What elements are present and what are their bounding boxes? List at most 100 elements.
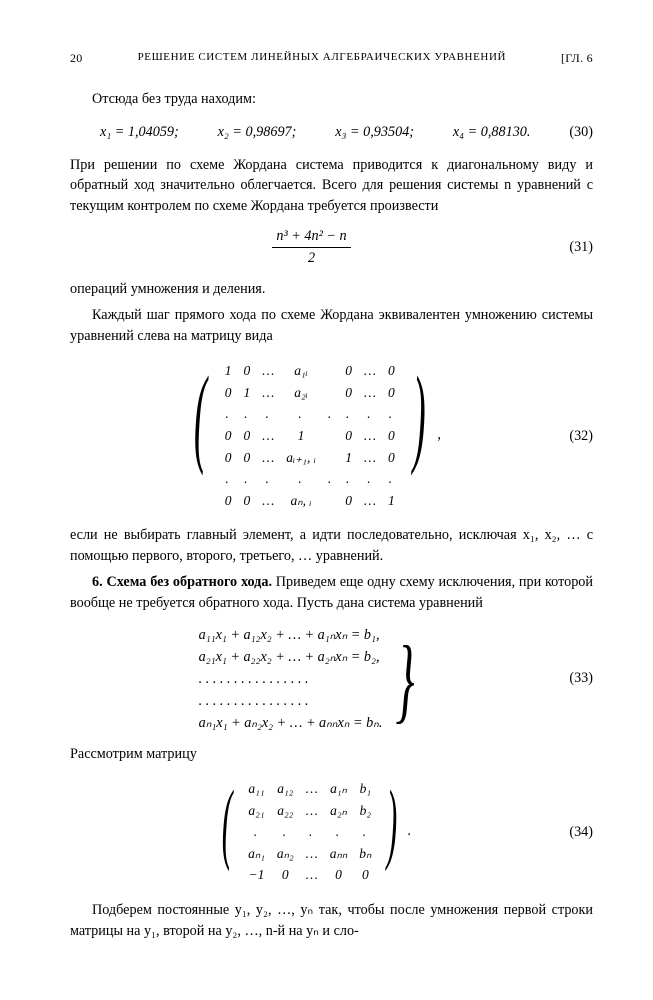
matrix-cell: … (256, 360, 280, 382)
matrix-cell: . (219, 468, 238, 490)
matrix-cell: . (358, 468, 382, 490)
paragraph-jordan: При решении по схеме Жордана система при… (70, 155, 593, 217)
matrix-cell: . (358, 403, 382, 425)
matrix-cell: 0 (382, 447, 401, 469)
matrix-cell: 1 (237, 382, 256, 404)
matrix-34-body: a₁₁a₁₂…a₁ₙb₁a₂₁a₂₂…a₂ₙb₂.....aₙ₁aₙ₂…aₙₙb… (242, 778, 377, 886)
equation-32: ( 10…a₁ᵢ0…001…a₂ᵢ0…0........00…10…000…aᵢ… (70, 356, 593, 515)
right-brace-icon: } (396, 634, 415, 724)
matrix-cell: . (280, 468, 322, 490)
matrix-cell: . (339, 403, 358, 425)
equation-31: n³ + 4n² − n 2 (31) (70, 226, 593, 268)
matrix-cell: 0 (339, 360, 358, 382)
matrix-cell: . (382, 403, 401, 425)
matrix-cell: . (324, 821, 354, 843)
running-title: РЕШЕНИЕ СИСТЕМ ЛИНЕЙНЫХ АЛГЕБРАИЧЕСКИХ У… (138, 50, 507, 67)
matrix-cell: . (237, 403, 256, 425)
matrix-cell: . (256, 468, 280, 490)
step-paragraph: Каждый шаг прямого хода по схеме Жордана… (70, 305, 593, 346)
matrix-cell: … (256, 425, 280, 447)
page-number: 20 (70, 50, 83, 67)
matrix-cell: a₁ᵢ (280, 360, 322, 382)
matrix-cell: … (300, 800, 324, 822)
after-32-paragraph: если не выбирать главный элемент, а идти… (70, 525, 593, 566)
right-paren-icon: ) (387, 778, 397, 886)
matrix-cell (322, 382, 339, 404)
matrix-cell: . (237, 468, 256, 490)
matrix-cell: 0 (219, 490, 238, 512)
system-line: . . . . . . . . . . . . . . . . (199, 690, 383, 712)
right-paren-icon: ) (413, 360, 426, 511)
matrix-cell: 0 (382, 360, 401, 382)
sol-x3: x₃ = 0,93504; (335, 122, 414, 143)
sol-x1: x₁ = 1,04059; (100, 122, 179, 143)
ops-line: операций умножения и деления. (70, 279, 593, 300)
matrix-cell: … (256, 490, 280, 512)
matrix-cell: . (322, 403, 339, 425)
matrix-cell: bₙ (353, 843, 377, 865)
matrix-cell: . (322, 468, 339, 490)
section-6: 6. Схема без обратного хода. Приведем ещ… (70, 572, 593, 613)
matrix-cell: a₂ₙ (324, 800, 354, 822)
fraction-31-num: n³ + 4n² − n (272, 226, 350, 248)
matrix-cell: … (256, 382, 280, 404)
system-line: a₂₁x₁ + a₂₂x₂ + … + a₂ₙxₙ = b₂, (199, 646, 383, 668)
matrix-34-tail: . (407, 823, 411, 839)
matrix-cell: 1 (339, 447, 358, 469)
matrix-cell: 0 (271, 864, 300, 886)
consider-line: Рассмотрим матрицу (70, 744, 593, 765)
eqnum-34: (34) (553, 822, 593, 843)
matrix-cell: . (300, 821, 324, 843)
matrix-cell: aₙ₂ (271, 843, 300, 865)
running-header: 20 РЕШЕНИЕ СИСТЕМ ЛИНЕЙНЫХ АЛГЕБРАИЧЕСКИ… (70, 50, 593, 67)
matrix-cell: 0 (237, 447, 256, 469)
matrix-cell: … (256, 447, 280, 469)
matrix-cell: 0 (219, 425, 238, 447)
matrix-cell: … (300, 843, 324, 865)
matrix-cell: 0 (382, 425, 401, 447)
matrix-cell: a₁₁ (242, 778, 271, 800)
matrix-cell: 0 (219, 382, 238, 404)
matrix-cell: 0 (237, 425, 256, 447)
matrix-cell: 0 (339, 425, 358, 447)
equation-33: a₁₁x₁ + a₁₂x₂ + … + a₁ₙxₙ = b₁,a₂₁x₁ + a… (70, 624, 593, 734)
matrix-cell: aₙₙ (324, 843, 354, 865)
fraction-31: n³ + 4n² − n 2 (272, 226, 350, 268)
fraction-31-den: 2 (272, 248, 350, 269)
matrix-cell (322, 360, 339, 382)
eqnum-30: (30) (569, 122, 593, 143)
matrix-cell: … (300, 864, 324, 886)
left-paren-icon: ( (222, 778, 232, 886)
matrix-cell: aₙ, ᵢ (280, 490, 322, 512)
matrix-cell: . (280, 403, 322, 425)
intro-line: Отсюда без труда находим: (70, 89, 593, 110)
matrix-cell: . (382, 468, 401, 490)
matrix-cell: 0 (237, 360, 256, 382)
matrix-cell: 1 (280, 425, 322, 447)
matrix-cell: 0 (339, 490, 358, 512)
matrix-cell: aᵢ₊₁, ᵢ (280, 447, 322, 469)
matrix-cell: . (271, 821, 300, 843)
matrix-32-tail: , (437, 427, 441, 443)
matrix-cell: a₂₂ (271, 800, 300, 822)
matrix-cell: 0 (219, 447, 238, 469)
left-paren-icon: ( (194, 360, 207, 511)
matrix-cell: aₙ₁ (242, 843, 271, 865)
matrix-cell: −1 (242, 864, 271, 886)
matrix-cell: … (358, 360, 382, 382)
matrix-cell: … (300, 778, 324, 800)
sol-x2: x₂ = 0,98697; (218, 122, 297, 143)
equation-34: ( a₁₁a₁₂…a₁ₙb₁a₂₁a₂₂…a₂ₙb₂.....aₙ₁aₙ₂…aₙ… (70, 774, 593, 890)
last-paragraph: Подберем постоянные y₁, y₂, …, yₙ так, ч… (70, 900, 593, 941)
matrix-cell: a₁₂ (271, 778, 300, 800)
matrix-cell: … (358, 382, 382, 404)
eqnum-32: (32) (553, 426, 593, 447)
system-line: a₁₁x₁ + a₁₂x₂ + … + a₁ₙxₙ = b₁, (199, 624, 383, 646)
matrix-cell: a₁ₙ (324, 778, 354, 800)
matrix-cell: a₂₁ (242, 800, 271, 822)
matrix-cell: b₂ (353, 800, 377, 822)
matrix-32-body: 10…a₁ᵢ0…001…a₂ᵢ0…0........00…10…000…aᵢ₊₁… (219, 360, 401, 511)
system-line: aₙ₁x₁ + aₙ₂x₂ + … + aₙₙxₙ = bₙ. (199, 712, 383, 734)
matrix-cell (322, 425, 339, 447)
matrix-cell: . (219, 403, 238, 425)
